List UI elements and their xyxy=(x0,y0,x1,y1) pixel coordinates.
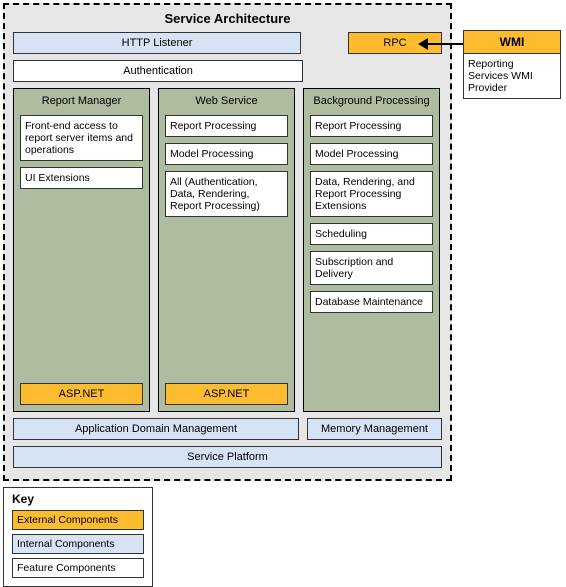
feature-item: Data, Rendering, and Report Processing E… xyxy=(310,171,433,217)
app-domain-box: Application Domain Management xyxy=(13,418,299,440)
wmi-header: WMI xyxy=(463,30,561,54)
feature-item: Scheduling xyxy=(310,223,433,245)
feature-item: Model Processing xyxy=(165,143,288,165)
arrow-line xyxy=(426,43,463,45)
aspnet-box: ASP.NET xyxy=(20,383,143,405)
wmi-box: WMI Reporting Services WMI Provider xyxy=(463,30,561,99)
authentication-box: Authentication xyxy=(13,60,303,82)
legend-external: External Components xyxy=(12,510,144,530)
feature-item: Report Processing xyxy=(310,115,433,137)
background-processing-title: Background Processing xyxy=(310,95,433,107)
service-architecture-container: Service Architecture HTTP Listener RPC A… xyxy=(3,3,452,481)
web-service-title: Web Service xyxy=(165,95,288,107)
legend-internal: Internal Components xyxy=(12,534,144,554)
feature-item: Subscription and Delivery xyxy=(310,251,433,285)
feature-item: All (Authentication, Data, Rendering, Re… xyxy=(165,171,288,217)
service-platform-box: Service Platform xyxy=(13,446,442,468)
diagram-title: Service Architecture xyxy=(13,11,442,26)
feature-item: Model Processing xyxy=(310,143,433,165)
legend-title: Key xyxy=(12,492,144,506)
legend-feature: Feature Components xyxy=(12,558,144,578)
feature-item: Front-end access to report server items … xyxy=(20,115,143,161)
background-processing-column: Background Processing Report Processing … xyxy=(303,88,440,412)
feature-item: Report Processing xyxy=(165,115,288,137)
legend: Key External Components Internal Compone… xyxy=(3,487,153,587)
report-manager-title: Report Manager xyxy=(20,95,143,107)
report-manager-column: Report Manager Front-end access to repor… xyxy=(13,88,150,412)
spacer xyxy=(309,32,340,54)
http-listener-box: HTTP Listener xyxy=(13,32,301,54)
wmi-body: Reporting Services WMI Provider xyxy=(463,54,561,99)
memory-management-box: Memory Management xyxy=(307,418,442,440)
feature-item: Database Maintenance xyxy=(310,291,433,313)
web-service-column: Web Service Report Processing Model Proc… xyxy=(158,88,295,412)
aspnet-box: ASP.NET xyxy=(165,383,288,405)
wmi-to-rpc-arrow xyxy=(418,38,463,50)
feature-item: UI Extensions xyxy=(20,167,143,189)
